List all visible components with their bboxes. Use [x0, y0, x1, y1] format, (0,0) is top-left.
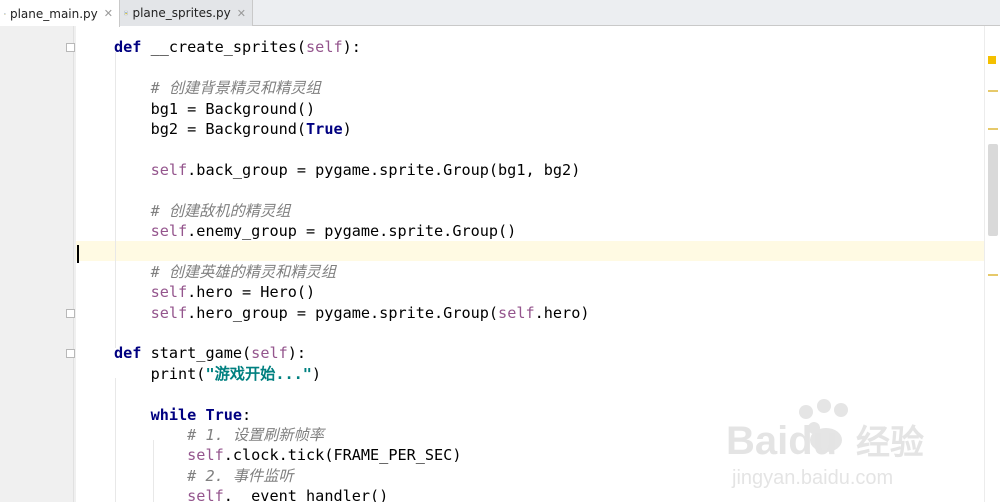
python-file-icon: [4, 12, 6, 15]
scrollbar-thumb[interactable]: [988, 144, 998, 236]
code-text: # 创建背景精灵和精灵组: [150, 79, 321, 98]
code-text: bg1 = Background(): [114, 99, 316, 118]
vertical-scrollbar[interactable]: [984, 26, 1000, 502]
close-icon[interactable]: ✕: [237, 7, 246, 20]
code-line[interactable]: 26 # 创建背景精灵和精灵组: [76, 78, 985, 98]
code-line[interactable]: 28 bg2 = Background(True): [76, 119, 985, 139]
fold-marker-icon[interactable]: [66, 43, 75, 53]
scroll-marker[interactable]: [988, 128, 998, 130]
code-line[interactable]: 35 # 创建英雄的精灵和精灵组: [76, 262, 985, 282]
code-text: bg2 = Background(True): [114, 120, 352, 138]
code-text: print("游戏开始..."): [114, 364, 322, 383]
code-text: def __create_sprites(self):: [114, 38, 361, 57]
baidu-jingyan-watermark: Baidu 经验 jingyan.baidu.com: [726, 399, 924, 489]
tab-label: plane_sprites.py: [132, 6, 231, 20]
python-file-icon: [124, 10, 128, 16]
watermark-brand: Baidu: [726, 419, 837, 463]
code-line[interactable]: 37 self.hero_group = pygame.sprite.Group…: [76, 303, 985, 323]
fold-marker-icon[interactable]: [66, 308, 75, 318]
text-caret: [77, 245, 79, 263]
fold-marker-icon[interactable]: [66, 349, 75, 359]
code-text: self.enemy_group = pygame.sprite.Group(): [150, 222, 517, 240]
tab-plane-sprites[interactable]: plane_sprites.py ✕: [120, 0, 253, 26]
code-line[interactable]: 27 bg1 = Background(): [76, 99, 985, 119]
code-line[interactable]: 29: [76, 139, 985, 159]
code-text: while True:: [150, 405, 252, 424]
indent-guide: [153, 440, 154, 502]
scroll-marker[interactable]: [988, 274, 998, 276]
code-text: # 1. 设置刷新帧率: [187, 426, 324, 444]
code-text: self.hero = Hero(): [150, 283, 316, 302]
code-line[interactable]: 39def start_game(self):: [76, 343, 985, 363]
code-text: # 2. 事件监听: [187, 466, 294, 485]
code-line[interactable]: 23: [76, 26, 985, 37]
indent-guide: [115, 52, 116, 348]
code-text: # 创建敌机的精灵组: [150, 201, 291, 220]
code-line[interactable]: 31: [76, 180, 985, 200]
close-icon[interactable]: ✕: [104, 7, 113, 20]
scroll-marker[interactable]: [988, 90, 998, 92]
code-line[interactable]: 36 self.hero = Hero(): [76, 282, 985, 302]
code-line[interactable]: 25: [76, 58, 985, 78]
code-line[interactable]: 38: [76, 323, 985, 343]
warning-marker[interactable]: [988, 56, 996, 64]
code-text: self.__event_handler(): [187, 487, 389, 502]
tab-plane-main[interactable]: plane_main.py ✕: [0, 0, 120, 27]
gutter-divider: [73, 26, 74, 502]
watermark-cn: 经验: [856, 423, 924, 462]
code-text: self.clock.tick(FRAME_PER_SEC): [187, 446, 462, 465]
watermark-url: jingyan.baidu.com: [731, 467, 893, 489]
code-text: self.hero_group = pygame.sprite.Group(se…: [150, 303, 590, 322]
code-line[interactable]: 40 print("游戏开始..."): [76, 364, 985, 384]
code-text: # 创建英雄的精灵和精灵组: [150, 262, 336, 281]
code-line[interactable]: 32 # 创建敌机的精灵组: [76, 201, 985, 221]
indent-guide: [115, 378, 116, 502]
line-number-gutter: [0, 26, 76, 502]
code-line[interactable]: 33 self.enemy_group = pygame.sprite.Grou…: [76, 221, 985, 241]
tab-label: plane_main.py: [9, 6, 98, 21]
code-line[interactable]: 34: [76, 241, 985, 262]
code-text: def start_game(self):: [114, 344, 307, 363]
code-text: self.back_group = pygame.sprite.Group(bg…: [150, 160, 581, 179]
editor-tab-bar: plane_main.py ✕ plane_sprites.py ✕: [0, 0, 1000, 27]
code-line[interactable]: 24def __create_sprites(self):: [76, 37, 985, 57]
code-line[interactable]: 30 self.back_group = pygame.sprite.Group…: [76, 160, 985, 180]
